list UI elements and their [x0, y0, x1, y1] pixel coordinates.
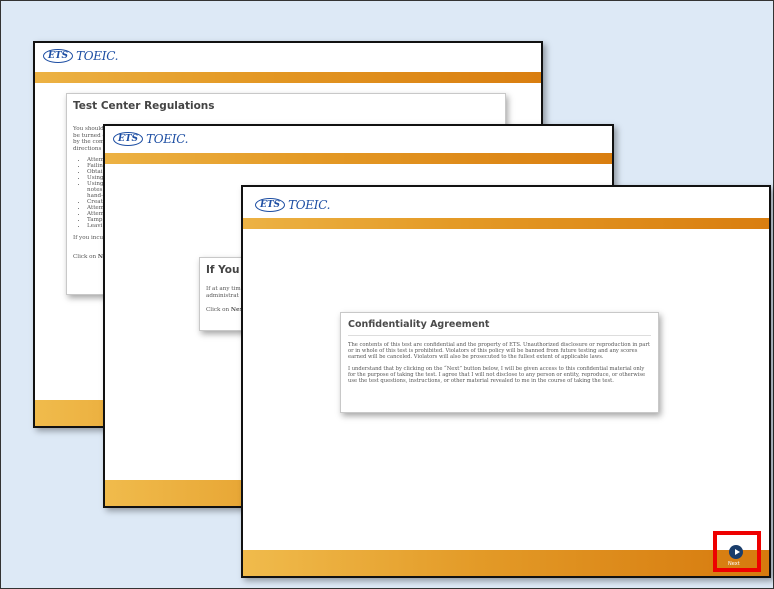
header-bar: [35, 72, 541, 83]
toeic-wordmark: TOEIC.: [288, 198, 331, 212]
toeic-logo: ETS TOEIC.: [43, 49, 118, 63]
next-button-label[interactable]: Next: [728, 561, 740, 567]
header-bar: [105, 153, 612, 164]
ets-logo-mark: ETS: [43, 49, 74, 63]
next-button[interactable]: [729, 545, 743, 559]
screen-confidentiality-agreement: ETS TOEIC. Confidentiality Agreement The…: [241, 185, 771, 578]
header-bar: [243, 218, 769, 229]
agreement-paragraph-1: The contents of this test are confidenti…: [348, 342, 650, 361]
toeic-wordmark: TOEIC.: [146, 132, 189, 146]
next-arrow-icon: [734, 549, 740, 555]
click-prefix: Click on: [73, 253, 98, 260]
agreement-paragraph-2: I understand that by clicking on the “Ne…: [348, 365, 646, 385]
footer-bar: [243, 550, 769, 576]
dialog-title: Confidentiality Agreement: [348, 319, 651, 336]
toeic-wordmark: TOEIC.: [76, 49, 119, 63]
ets-logo-mark: ETS: [113, 132, 144, 146]
confidentiality-dialog: Confidentiality Agreement The contents o…: [340, 312, 659, 413]
click-prefix: Click on: [206, 307, 231, 314]
toeic-logo: ETS TOEIC.: [255, 198, 330, 212]
ets-logo-mark: ETS: [255, 198, 286, 212]
dialog-title: Test Center Regulations: [73, 100, 215, 112]
toeic-logo: ETS TOEIC.: [113, 132, 188, 146]
